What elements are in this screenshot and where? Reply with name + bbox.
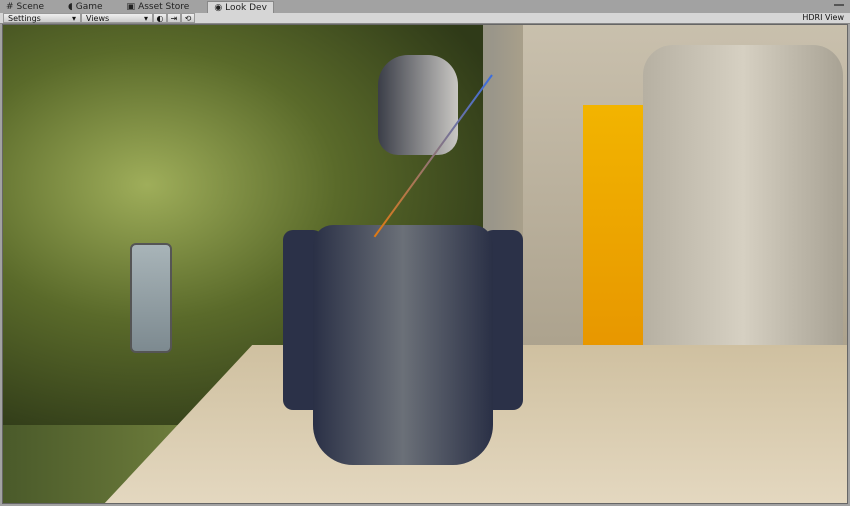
- half-circle-icon: ◐: [156, 13, 164, 23]
- store-icon: ▣: [126, 1, 136, 12]
- eye-icon: ◉: [214, 3, 223, 13]
- tab-menu-button[interactable]: [834, 4, 844, 8]
- dropdown-arrow-icon: ▾: [143, 13, 148, 23]
- toolbar: Settings ▾ Views ▾ ◐ ⇥ ⟲ HDRI View: [0, 13, 850, 24]
- settings-dropdown[interactable]: Settings ▾: [3, 13, 81, 23]
- import-icon: ⇥: [170, 13, 178, 23]
- robot-torso: [313, 225, 493, 465]
- look-dev-viewport[interactable]: [2, 24, 848, 504]
- robot-chest-screen: [130, 243, 172, 353]
- tab-asset-store[interactable]: ▣ Asset Store: [121, 0, 196, 13]
- tab-bar: # Scene ◖ Game ▣ Asset Store ◉ Look Dev: [0, 0, 850, 14]
- reset-button[interactable]: ⟲: [181, 13, 195, 23]
- tab-game[interactable]: ◖ Game: [62, 0, 109, 13]
- robot-model[interactable]: [273, 55, 523, 475]
- pacman-icon: ◖: [68, 1, 73, 12]
- reset-icon: ⟲: [184, 13, 192, 23]
- views-dropdown[interactable]: Views ▾: [81, 13, 153, 23]
- dropdown-arrow-icon: ▾: [71, 13, 76, 23]
- hdri-view-label: HDRI View: [802, 13, 844, 22]
- tab-scene[interactable]: # Scene: [0, 0, 50, 13]
- shading-toggle-button[interactable]: ◐: [153, 13, 167, 23]
- grid-icon: #: [6, 1, 14, 12]
- load-button[interactable]: ⇥: [167, 13, 181, 23]
